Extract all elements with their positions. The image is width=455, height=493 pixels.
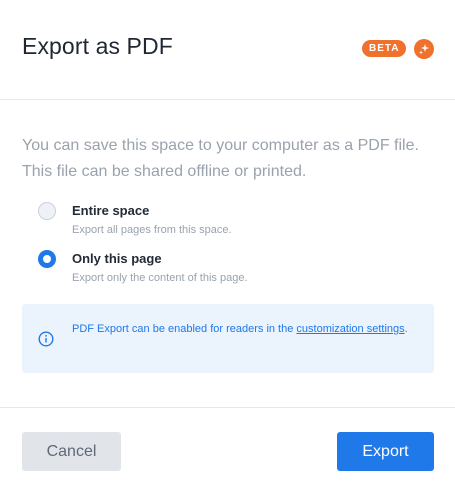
radio-entire-space[interactable] (38, 202, 56, 220)
info-banner: PDF Export can be enabled for readers in… (22, 304, 434, 373)
info-text-prefix: PDF Export can be enabled for readers in… (72, 323, 297, 335)
option-label: Only this page (72, 251, 162, 266)
info-text: PDF Export can be enabled for readers in… (72, 320, 412, 339)
sparkle-icon[interactable] (414, 39, 434, 59)
intro-text: You can save this space to your computer… (22, 137, 419, 180)
dialog-title: Export as PDF (22, 33, 173, 59)
option-description: Export all pages from this space. (72, 224, 232, 236)
export-button[interactable]: Export (337, 432, 434, 471)
option-description: Export only the content of this page. (72, 272, 248, 284)
dialog-header: Export as PDF BETA (0, 0, 455, 100)
customization-settings-link[interactable]: customization settings (296, 323, 404, 335)
radio-only-this-page[interactable] (38, 250, 56, 268)
info-text-suffix: . (404, 323, 408, 335)
option-label: Entire space (72, 203, 150, 218)
dialog-footer: Cancel Export (0, 407, 455, 493)
info-icon (38, 331, 54, 347)
beta-badge: BETA (362, 40, 407, 57)
cancel-button[interactable]: Cancel (22, 432, 121, 471)
